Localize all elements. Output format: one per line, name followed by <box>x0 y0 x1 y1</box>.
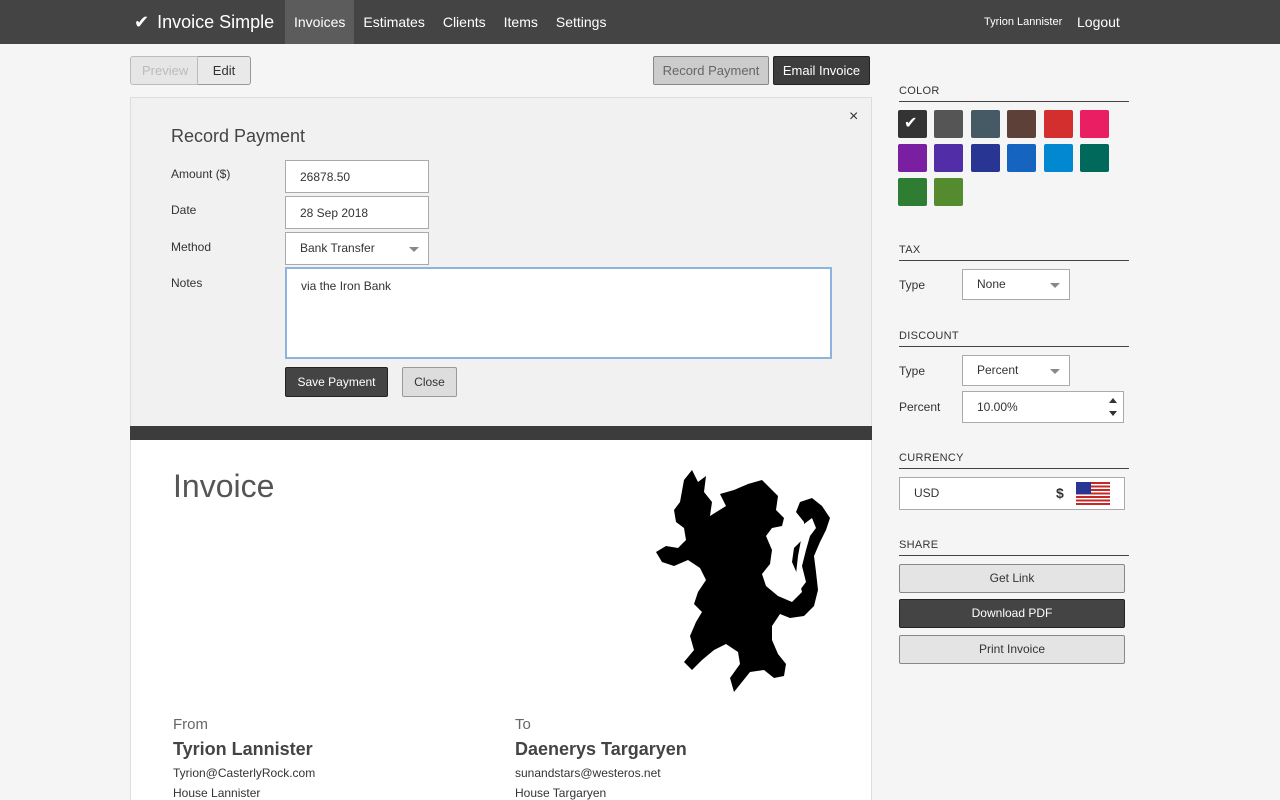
currency-section-title: CURRENCY <box>899 452 1129 469</box>
to-company[interactable]: House Targaryen <box>515 786 687 800</box>
chevron-down-icon <box>409 247 419 252</box>
from-name[interactable]: Tyrion Lannister <box>173 739 315 760</box>
record-payment-button[interactable]: Record Payment <box>653 56 769 85</box>
color-swatch[interactable] <box>898 178 927 206</box>
nav-clients[interactable]: Clients <box>434 0 495 44</box>
color-swatch[interactable] <box>1007 144 1037 172</box>
discount-percent-input[interactable]: 10.00% <box>962 391 1124 423</box>
record-payment-panel: Record Payment × Amount ($) Date Method … <box>130 97 872 427</box>
increment-icon[interactable] <box>1109 398 1117 403</box>
nav-estimates[interactable]: Estimates <box>354 0 433 44</box>
color-swatch[interactable] <box>1043 144 1073 172</box>
preview-button[interactable]: Preview <box>130 56 198 85</box>
print-invoice-button[interactable]: Print Invoice <box>899 635 1125 664</box>
main-nav: Invoices Estimates Clients Items Setting… <box>285 0 615 44</box>
date-input[interactable] <box>285 196 429 229</box>
invoice-document: Invoice From Tyrion Lannister Tyrion@Cas… <box>130 440 872 800</box>
lion-logo[interactable] <box>654 466 831 692</box>
color-swatch[interactable] <box>970 144 1000 172</box>
checkmark-icon: ✔ <box>904 115 918 132</box>
brand-name: Invoice Simple <box>157 11 275 32</box>
share-section-title: SHARE <box>899 539 1129 556</box>
method-value: Bank Transfer <box>300 241 375 255</box>
discount-section-title: DISCOUNT <box>899 330 1129 347</box>
discount-type-value: Percent <box>977 363 1019 377</box>
brand-logo[interactable]: ✔ Invoice Simple <box>134 10 274 34</box>
color-swatch[interactable]: ✔ <box>898 110 927 138</box>
color-swatch[interactable] <box>1080 110 1109 138</box>
color-swatch[interactable] <box>934 178 964 206</box>
chevron-down-icon <box>1050 283 1060 288</box>
to-section: To Daenerys Targaryen sunandstars@wester… <box>515 716 687 800</box>
user-name[interactable]: Tyrion Lannister <box>984 0 1062 44</box>
view-toggle: Preview Edit <box>130 56 251 85</box>
save-payment-button[interactable]: Save Payment <box>285 367 388 397</box>
from-email[interactable]: Tyrion@CasterlyRock.com <box>173 766 315 780</box>
discount-percent-value: 10.00% <box>977 400 1018 414</box>
panel-title: Record Payment <box>171 126 306 146</box>
amount-input[interactable] <box>285 160 429 193</box>
color-section-title: COLOR <box>899 85 1129 102</box>
discount-percent-label: Percent <box>899 400 941 414</box>
color-swatch[interactable] <box>1007 110 1037 138</box>
color-swatch[interactable] <box>970 110 1000 138</box>
discount-type-label: Type <box>899 364 926 378</box>
close-button[interactable]: Close <box>402 367 457 397</box>
to-label: To <box>515 716 531 733</box>
method-select[interactable]: Bank Transfer <box>285 232 429 265</box>
currency-symbol: $ <box>1056 485 1064 501</box>
color-swatch[interactable] <box>1080 144 1109 172</box>
email-invoice-button[interactable]: Email Invoice <box>773 56 870 85</box>
get-link-button[interactable]: Get Link <box>899 564 1125 593</box>
us-flag-icon <box>1076 482 1110 505</box>
color-swatch[interactable] <box>934 110 964 138</box>
nav-invoices[interactable]: Invoices <box>285 0 355 44</box>
amount-label: Amount ($) <box>171 167 231 181</box>
from-label: From <box>173 716 208 733</box>
color-swatch[interactable] <box>898 144 927 172</box>
from-section: From Tyrion Lannister Tyrion@CasterlyRoc… <box>173 716 315 800</box>
tax-type-label: Type <box>899 278 926 292</box>
notes-label: Notes <box>171 276 203 290</box>
to-email[interactable]: sunandstars@westeros.net <box>515 766 687 780</box>
logout-link[interactable]: Logout <box>1077 0 1120 44</box>
checkmark-icon: ✔ <box>134 11 150 32</box>
nav-settings[interactable]: Settings <box>547 0 616 44</box>
tax-type-value: None <box>977 277 1006 291</box>
top-navbar: ✔ Invoice Simple Invoices Estimates Clie… <box>0 0 1280 44</box>
download-pdf-button[interactable]: Download PDF <box>899 599 1125 628</box>
close-icon[interactable]: × <box>849 108 858 126</box>
notes-textarea[interactable]: via the Iron Bank <box>285 267 832 359</box>
method-label: Method <box>171 240 212 254</box>
tax-section-title: TAX <box>899 244 1129 261</box>
to-name[interactable]: Daenerys Targaryen <box>515 739 687 760</box>
currency-select[interactable]: USD $ <box>899 477 1125 510</box>
tax-type-select[interactable]: None <box>962 269 1070 300</box>
date-label: Date <box>171 203 197 217</box>
discount-type-select[interactable]: Percent <box>962 355 1070 386</box>
decrement-icon[interactable] <box>1109 411 1117 416</box>
currency-code: USD <box>914 486 940 500</box>
color-swatch[interactable] <box>934 144 964 172</box>
invoice-title: Invoice <box>173 468 275 504</box>
color-swatch[interactable] <box>1043 110 1073 138</box>
from-company[interactable]: House Lannister <box>173 786 315 800</box>
nav-items[interactable]: Items <box>495 0 547 44</box>
chevron-down-icon <box>1050 369 1060 374</box>
edit-button[interactable]: Edit <box>198 56 251 85</box>
invoice-color-bar <box>130 426 872 440</box>
